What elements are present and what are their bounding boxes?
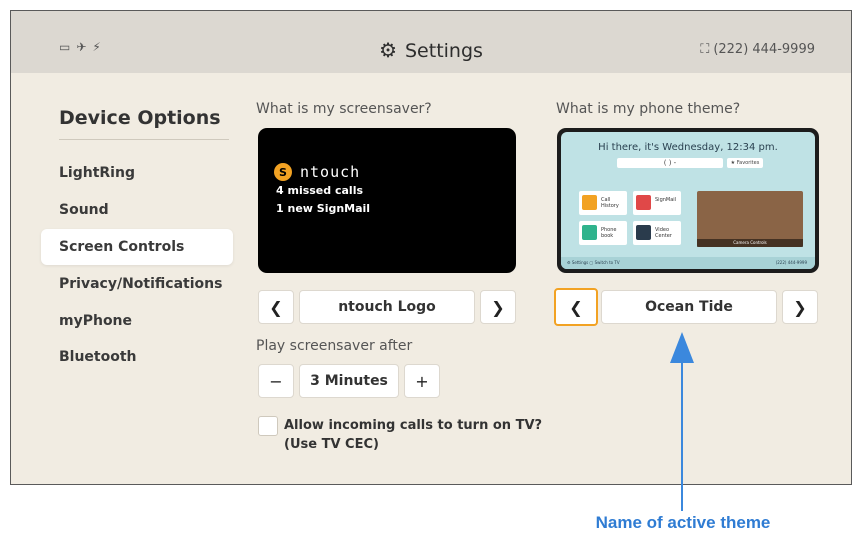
signmail-text: 1 new SignMail [276,202,371,215]
theme-selector[interactable]: Ocean Tide [601,290,777,324]
theme-preview-screen: Hi there, it's Wednesday, 12:34 pm. ( ) … [561,132,815,269]
missed-calls-text: 4 missed calls [276,184,364,197]
annotation-arrow-line [681,363,683,511]
app-window: ▭ ✈ ⚡ ⚙ Settings ⛶ (222) 444-9999 Device O… [10,10,852,485]
screensaver-selector[interactable]: ntouch Logo [299,290,475,324]
sidebar-item-bluetooth[interactable]: Bluetooth [59,349,137,365]
plus-icon: + [415,371,429,391]
sidebar-title: Device Options [59,107,221,129]
phonebook-icon [582,225,597,240]
theme-prev-button[interactable]: ❮ [554,288,598,326]
screensaver-question: What is my screensaver? [256,101,432,117]
sidebar-item-privacy-notifications[interactable]: Privacy/Notifications [59,276,222,292]
chevron-left-icon: ❮ [569,297,583,317]
cec-checkbox[interactable] [258,416,278,436]
chevron-left-icon: ❮ [269,297,283,317]
theme-preview-search: ( ) - [617,158,723,168]
sidebar-item-screen-controls[interactable]: Screen Controls [41,229,233,265]
ntouch-logo-icon: S [274,163,292,181]
top-bar: ▭ ✈ ⚡ ⚙ Settings ⛶ (222) 444-9999 [11,11,851,73]
annotation-arrow-head [670,332,694,363]
theme-preview-tile: Call History [579,191,627,215]
screensaver-next-button[interactable]: ❯ [480,290,516,324]
video-center-icon [636,225,651,240]
decrease-button[interactable]: − [258,364,294,398]
theme-preview-tile: SignMail [633,191,681,215]
theme-next-button[interactable]: ❯ [782,290,818,324]
phone-number: ⛶ (222) 444-9999 [700,42,815,57]
sidebar-item-lightring[interactable]: LightRing [59,165,135,181]
gear-icon: ⚙ [379,38,397,62]
chevron-right-icon: ❯ [793,297,807,317]
theme-preview-greeting: Hi there, it's Wednesday, 12:34 pm. [598,142,778,153]
sidebar-item-label: Screen Controls [59,239,185,255]
theme-preview-favorites: ★ Favorites [727,158,763,168]
screensaver-prev-button[interactable]: ❮ [258,290,294,324]
screensaver-preview: S ntouch 4 missed calls 1 new SignMail [258,128,516,273]
clock-icon [582,195,597,210]
sidebar-divider [59,139,229,140]
phone-icon: ⛶ [700,42,710,57]
theme-preview: Hi there, it's Wednesday, 12:34 pm. ( ) … [557,128,819,273]
sidebar-item-myphone[interactable]: myPhone [59,313,132,329]
play-after-value: 3 Minutes [299,364,399,398]
ntouch-brand: ntouch [300,163,361,181]
theme-question: What is my phone theme? [556,101,741,117]
cec-label: Allow incoming calls to turn on TV? (Use… [284,418,543,452]
play-after-label: Play screensaver after [256,338,413,354]
sidebar-item-sound[interactable]: Sound [59,202,109,218]
theme-preview-tile: Video Center [633,221,681,245]
theme-preview-video: Camera Controls [697,191,803,247]
minus-icon: − [269,371,283,391]
ntouch-logo: S ntouch [274,163,360,181]
signmail-icon [636,195,651,210]
theme-preview-bottom-bar: ⚙ Settings ▢ Switch to TV (222) 444-9999 [561,257,815,269]
increase-button[interactable]: + [404,364,440,398]
chevron-right-icon: ❯ [491,297,505,317]
theme-preview-tile: Phone book [579,221,627,245]
